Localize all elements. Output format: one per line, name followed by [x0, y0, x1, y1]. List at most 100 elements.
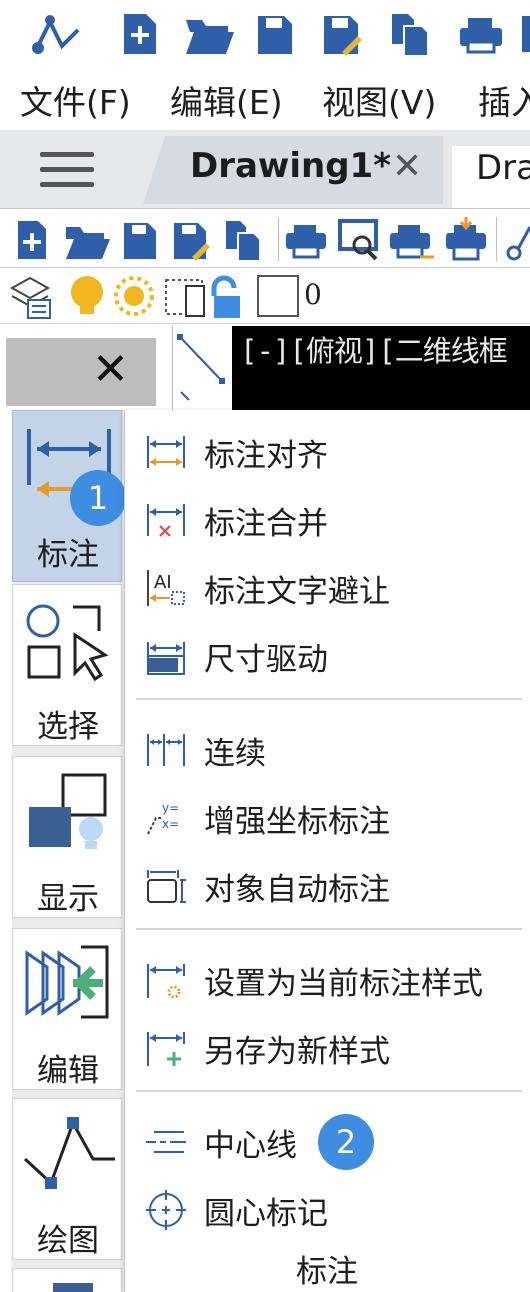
ribbon-draw-label: 绘图 — [37, 1223, 99, 1259]
menu-dim-auto-label: 对象自动标注 — [204, 872, 390, 908]
dropdown-footer-label: 标注 — [296, 1254, 358, 1290]
dim-drive-icon — [147, 642, 185, 675]
more-icon — [53, 1283, 93, 1292]
dim-ordinate-icon: y= x= — [147, 801, 179, 835]
menu-center-mark[interactable]: 圆心标记 — [124, 1176, 530, 1240]
print-icon[interactable] — [286, 225, 326, 259]
plot-icon[interactable] — [390, 225, 434, 259]
panel-close-icon[interactable]: ✕ — [92, 344, 129, 395]
svg-text:y=: y= — [162, 801, 179, 815]
overflow-icon[interactable] — [522, 16, 530, 52]
menu-separator — [136, 928, 522, 930]
layer-on-bulb-icon[interactable] — [71, 276, 103, 314]
new-icon[interactable] — [18, 221, 46, 259]
copy-icon[interactable] — [226, 221, 261, 262]
ribbon-dimension-label: 标注 — [37, 537, 99, 573]
menu-file[interactable]: 文件(F) — [20, 76, 131, 124]
menu-dim-set-current[interactable]: 设置为当前标注样式 — [124, 946, 530, 1010]
batch-plot-icon[interactable] — [446, 217, 486, 261]
app-logo-icon — [32, 15, 80, 54]
menu-dim-align-label: 标注对齐 — [204, 438, 328, 474]
svg-text:x=: x= — [162, 817, 179, 831]
dim-save-style-icon — [147, 1032, 185, 1066]
layer-manager-icon[interactable] — [9, 276, 51, 319]
layer-toolbar: 0 — [0, 268, 530, 324]
ribbon-display-label: 显示 — [37, 881, 99, 917]
layer-name[interactable]: 0 — [304, 278, 322, 311]
quick-access-toolbar — [0, 0, 530, 68]
quick-access-icons — [32, 14, 530, 57]
layer-color-icon[interactable] — [165, 279, 205, 317]
ribbon-edit[interactable]: 编辑 — [12, 928, 122, 1090]
cut-icon[interactable] — [506, 226, 530, 261]
svg-text:AI: AI — [154, 572, 172, 593]
menu-centerline-label: 中心线 — [204, 1128, 297, 1164]
layer-toolbar-icons — [9, 275, 299, 319]
print-icon[interactable] — [460, 18, 502, 54]
menu-edit[interactable]: 编辑(E) — [170, 76, 283, 124]
save-icon[interactable] — [124, 223, 156, 259]
menu-dim-drive-label: 尺寸驱动 — [204, 642, 328, 678]
dim-set-current-icon — [147, 964, 185, 999]
tab-drawing1-title: Drawing1* — [190, 146, 391, 186]
ribbon-more[interactable] — [12, 1268, 122, 1292]
print-preview-icon[interactable] — [338, 219, 378, 261]
save-icon[interactable] — [258, 16, 292, 54]
menu-dim-ordinate[interactable]: y= x= 增强坐标标注 — [124, 784, 530, 848]
dim-continue-icon — [147, 734, 185, 766]
line-tool-icon[interactable] — [173, 326, 233, 410]
step-badge-2: 2 — [318, 1114, 374, 1170]
menu-center-mark-label: 圆心标记 — [204, 1196, 328, 1232]
edit-icon — [25, 945, 109, 1019]
standard-toolbar-icons — [18, 217, 530, 262]
menu-dim-merge[interactable]: 标注合并 — [124, 486, 530, 550]
menu-dim-save-style[interactable]: 另存为新样式 — [124, 1014, 530, 1078]
new-file-icon[interactable] — [124, 14, 156, 54]
open-icon[interactable] — [66, 227, 110, 259]
step-badge-1: 1 — [70, 470, 126, 526]
hamburger-menu-icon[interactable] — [40, 152, 96, 188]
dim-text-avoid-icon: AI — [147, 570, 185, 606]
menu-dim-text-avoid[interactable]: AI 标注文字避让 — [124, 554, 530, 618]
ribbon-select[interactable]: 选择 — [12, 584, 122, 746]
center-mark-icon — [146, 1190, 186, 1230]
menu-dim-ordinate-label: 增强坐标标注 — [204, 804, 390, 840]
draw-tools-strip — [172, 326, 232, 410]
layer-sun-icon[interactable] — [114, 276, 154, 316]
menu-dim-drive[interactable]: 尺寸驱动 — [124, 622, 530, 686]
standard-toolbar — [0, 208, 530, 268]
app-window: { "menubar": { "items": [ {"label": "文件(… — [0, 0, 530, 1292]
menu-dim-save-style-label: 另存为新样式 — [204, 1034, 390, 1070]
menu-dim-set-current-label: 设置为当前标注样式 — [204, 966, 483, 1002]
viewport-controls-label[interactable]: [-][俯视][二维线框 — [240, 328, 508, 370]
layer-color-swatch[interactable] — [257, 275, 299, 317]
menu-dim-auto[interactable]: 对象自动标注 — [124, 852, 530, 916]
save-as-icon[interactable] — [174, 223, 210, 261]
menu-separator — [136, 1090, 522, 1092]
dim-align-icon — [147, 436, 185, 468]
save-as-icon[interactable] — [324, 16, 362, 56]
menu-dim-align[interactable]: 标注对齐 — [124, 418, 530, 482]
menu-view[interactable]: 视图(V) — [322, 76, 436, 124]
dim-auto-icon — [147, 870, 186, 903]
layer-lock-icon[interactable] — [211, 275, 240, 318]
centerline-icon — [146, 1131, 186, 1153]
draw-icon — [23, 1117, 115, 1189]
ribbon-display[interactable]: 显示 — [12, 756, 122, 918]
menu-bar: 文件(F) 编辑(E) 视图(V) 插入 — [0, 68, 530, 130]
copy-files-icon[interactable] — [392, 14, 429, 57]
menu-separator — [136, 698, 522, 700]
ribbon-draw[interactable]: 绘图 — [12, 1098, 122, 1260]
ribbon-edit-label: 编辑 — [37, 1053, 99, 1089]
panel-header — [6, 338, 156, 406]
menu-dim-continue-label: 连续 — [204, 736, 266, 772]
menu-insert[interactable]: 插入 — [478, 76, 530, 124]
menu-dim-text-avoid-label: 标注文字避让 — [204, 574, 390, 610]
select-icon — [26, 604, 109, 682]
dim-merge-icon — [147, 504, 185, 537]
menu-dim-continue[interactable]: 连续 — [124, 716, 530, 780]
tab-close-icon[interactable]: ✕ — [392, 146, 422, 187]
tab-next-title: Dra — [476, 148, 530, 188]
display-icon — [29, 773, 107, 849]
open-folder-icon[interactable] — [186, 20, 234, 54]
